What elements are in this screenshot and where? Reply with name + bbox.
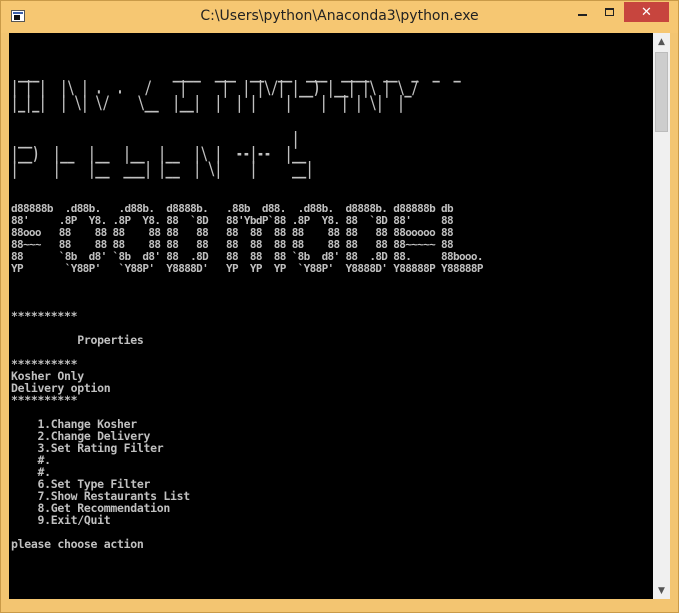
ascii-banner-foodmood: d88888b .d88b. .d88b. d8888b. .88b d88. …	[11, 202, 483, 275]
console-client-area: ___ ____ ___ __ __ ___ ____ __ _ _ _ | |…	[9, 33, 670, 599]
console-window: C:\Users\python\Anaconda3\python.exe ✕ _…	[0, 0, 679, 613]
title-bar[interactable]: C:\Users\python\Anaconda3\python.exe ✕	[1, 1, 678, 33]
scroll-down-arrow-icon[interactable]: ▼	[653, 582, 670, 599]
scroll-thumb[interactable]	[655, 52, 668, 132]
close-icon: ✕	[641, 4, 652, 20]
scroll-up-arrow-icon[interactable]: ▲	[653, 33, 670, 50]
console-app-icon[interactable]	[11, 10, 25, 22]
ascii-art-presents-line: | | |__ ___| |__ | \| | __|	[11, 158, 314, 179]
minimize-icon	[577, 14, 587, 16]
ascii-art-univ-line: |_|_| | \| \/ \__ |__| | | | | | | | \| …	[11, 92, 405, 113]
console-menu-text: ********** Properties ********** Kosher …	[11, 309, 190, 551]
vertical-scrollbar[interactable]: ▲ ▼	[653, 33, 670, 599]
close-button[interactable]: ✕	[624, 2, 669, 22]
maximize-button[interactable]	[596, 2, 622, 22]
maximize-icon	[604, 8, 614, 16]
console-output[interactable]: ___ ____ ___ __ __ ___ ____ __ _ _ _ | |…	[9, 33, 653, 599]
minimize-button[interactable]	[569, 2, 595, 22]
